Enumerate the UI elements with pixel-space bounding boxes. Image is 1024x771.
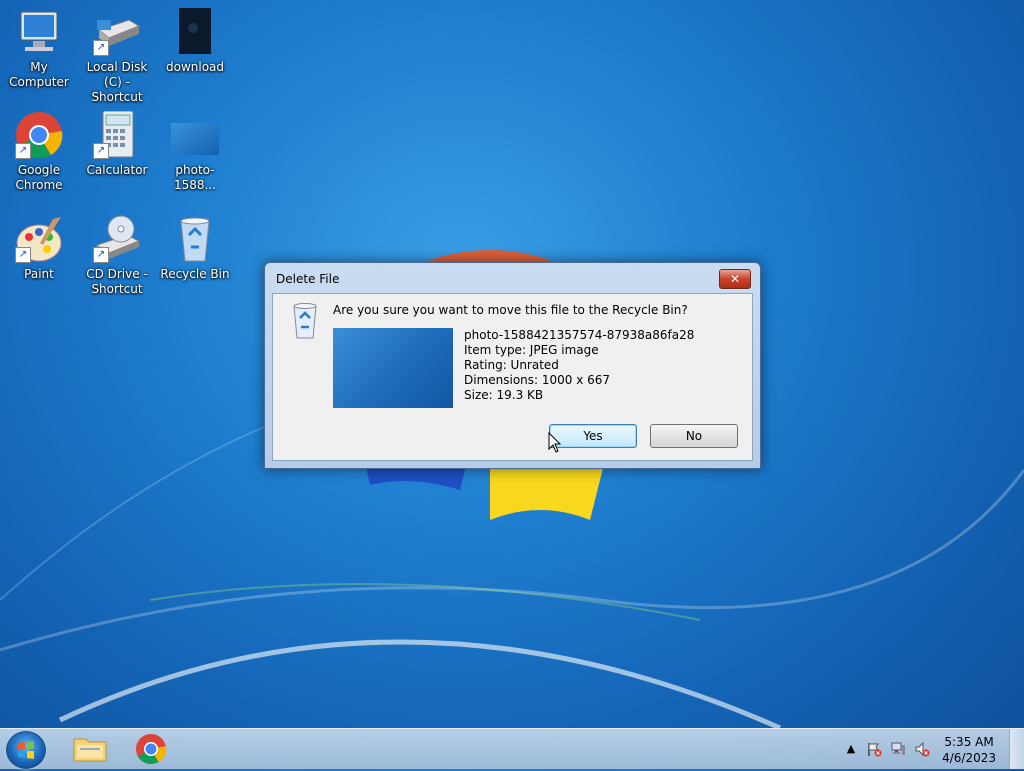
close-button[interactable]: ✕ xyxy=(719,269,751,289)
taskbar-chrome-button[interactable] xyxy=(125,731,177,767)
shortcut-arrow-icon: ↗ xyxy=(93,247,109,263)
desktop-icon-label: Google Chrome xyxy=(15,163,63,192)
desktop-icon-photo[interactable]: photo-1588... xyxy=(156,111,234,193)
clock-time: 5:35 AM xyxy=(944,735,994,749)
no-button[interactable]: No xyxy=(650,424,738,448)
yes-button[interactable]: Yes xyxy=(549,424,637,448)
cd-drive-icon: ↗ xyxy=(91,215,143,265)
show-desktop-button[interactable] xyxy=(1009,729,1024,769)
file-dimensions: Dimensions: 1000 x 667 xyxy=(464,373,611,387)
desktop-icon-label: Local Disk (C) - Shortcut xyxy=(86,60,148,104)
dialog-body: Are you sure you want to move this file … xyxy=(272,293,753,461)
recycle-bin-icon xyxy=(169,215,221,265)
recycle-bin-icon xyxy=(290,302,320,340)
desktop-icon-google-chrome[interactable]: ↗ Google Chrome xyxy=(0,111,78,193)
taskbar: ▲ 5:35 AM 4/6/2023 xyxy=(0,728,1024,769)
desktop-icon-local-disk-shortcut[interactable]: ↗ Local Disk (C) - Shortcut xyxy=(78,8,156,105)
desktop-icon-label: download xyxy=(165,60,225,74)
file-item-type: Item type: JPEG image xyxy=(464,343,599,357)
action-center-flag-icon[interactable] xyxy=(866,741,882,757)
paint-icon: ↗ xyxy=(13,215,65,265)
clock-date: 4/6/2023 xyxy=(942,751,996,765)
file-rating: Rating: Unrated xyxy=(464,358,559,372)
dialog-titlebar[interactable]: Delete File ✕ xyxy=(265,263,760,293)
volume-muted-icon[interactable] xyxy=(914,741,930,757)
taskbar-explorer-button[interactable] xyxy=(64,731,116,767)
windows-logo-icon xyxy=(18,741,34,759)
network-icon[interactable] xyxy=(890,741,906,757)
file-details: photo-1588421357574-87938a86fa28 Item ty… xyxy=(464,328,694,403)
desktop-icon-recycle-bin[interactable]: Recycle Bin xyxy=(156,215,234,282)
chrome-icon: ↗ xyxy=(13,111,65,161)
desktop-icon-download[interactable]: download xyxy=(156,6,234,75)
mouse-cursor-icon xyxy=(548,432,562,453)
desktop-icon-label: photo-1588... xyxy=(174,163,216,192)
start-button[interactable] xyxy=(6,731,46,769)
delete-file-dialog: Delete File ✕ Are you sure you want to m… xyxy=(264,262,761,469)
shortcut-arrow-icon: ↗ xyxy=(93,40,109,56)
desktop-icon-cd-drive-shortcut[interactable]: ↗ CD Drive - Shortcut xyxy=(78,215,156,297)
desktop-icon-label: My Computer xyxy=(9,60,69,89)
computer-icon xyxy=(13,8,65,58)
show-hidden-icons-button[interactable]: ▲ xyxy=(843,741,859,757)
desktop-icon-label: CD Drive - Shortcut xyxy=(86,267,148,296)
file-thumbnail xyxy=(333,328,453,408)
shortcut-arrow-icon: ↗ xyxy=(15,143,31,159)
desktop-icon-my-computer[interactable]: My Computer xyxy=(0,8,78,90)
confirm-question: Are you sure you want to move this file … xyxy=(333,303,688,317)
dialog-title: Delete File xyxy=(276,272,340,286)
system-clock[interactable]: 5:35 AM 4/6/2023 xyxy=(942,734,996,766)
chrome-icon xyxy=(136,734,167,765)
shortcut-arrow-icon: ↗ xyxy=(15,247,31,263)
calculator-icon: ↗ xyxy=(91,110,143,161)
desktop-icon-label: Recycle Bin xyxy=(160,267,230,281)
desktop-icon-paint[interactable]: ↗ Paint xyxy=(0,215,78,282)
desktop-icon-label: Calculator xyxy=(86,163,148,177)
desktop-icon-calculator[interactable]: ↗ Calculator xyxy=(78,110,156,178)
drive-icon: ↗ xyxy=(91,8,143,58)
image-file-icon xyxy=(169,111,221,161)
folder-icon xyxy=(73,738,107,762)
file-name: photo-1588421357574-87938a86fa28 xyxy=(464,328,695,342)
shortcut-arrow-icon: ↗ xyxy=(93,143,109,159)
desktop-icon-label: Paint xyxy=(24,267,54,281)
file-size: Size: 19.3 KB xyxy=(464,388,544,402)
image-file-icon xyxy=(169,6,221,58)
